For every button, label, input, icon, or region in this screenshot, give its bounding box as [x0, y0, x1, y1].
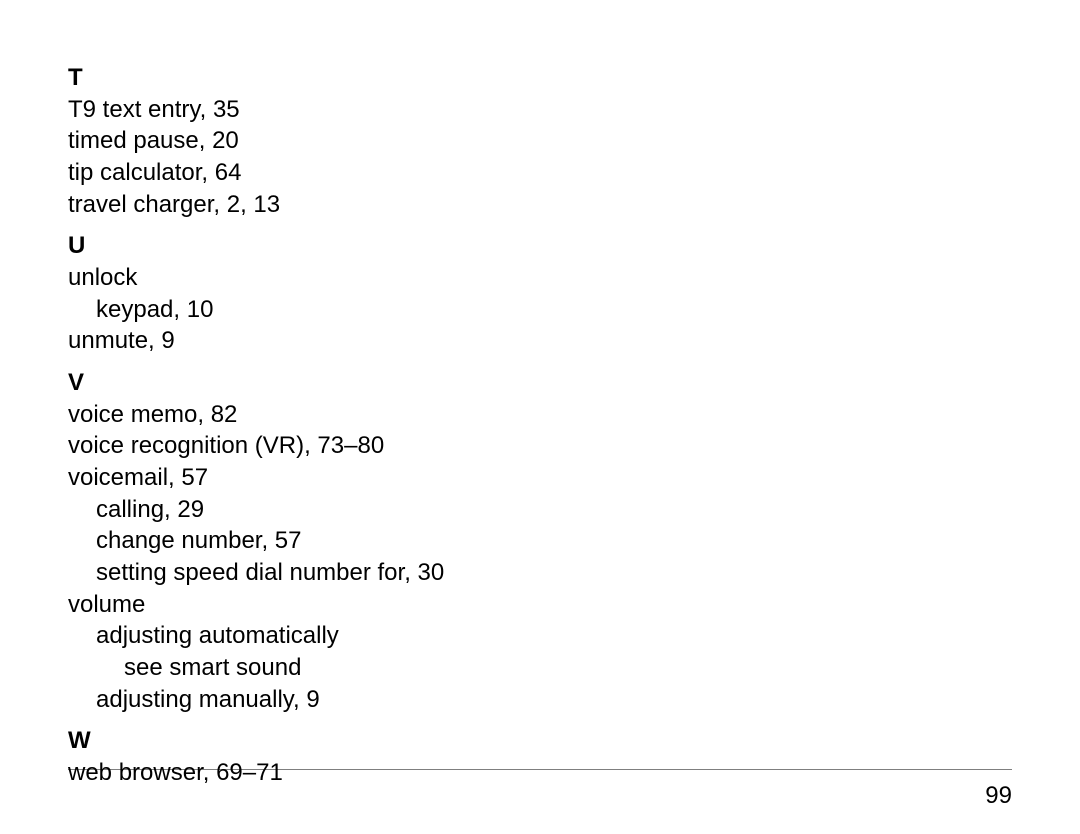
index-subentry: calling, 29	[68, 494, 1012, 526]
index-entry: unmute, 9	[68, 325, 1012, 357]
index-letter-t: T	[68, 62, 1012, 94]
index-entry: voice memo, 82	[68, 399, 1012, 431]
index-entry: tip calculator, 64	[68, 157, 1012, 189]
index-entry: unlock	[68, 262, 1012, 294]
index-entry: timed pause, 20	[68, 125, 1012, 157]
index-entry: voicemail, 57	[68, 462, 1012, 494]
footer-rule	[68, 769, 1012, 770]
page: T T9 text entry, 35 timed pause, 20 tip …	[0, 0, 1080, 834]
index-subentry: adjusting manually, 9	[68, 684, 1012, 716]
index-subentry: setting speed dial number for, 30	[68, 557, 1012, 589]
index-letter-v: V	[68, 367, 1012, 399]
index-content: T T9 text entry, 35 timed pause, 20 tip …	[68, 62, 1012, 789]
index-entry: voice recognition (VR), 73–80	[68, 430, 1012, 462]
index-letter-u: U	[68, 230, 1012, 262]
index-subentry: keypad, 10	[68, 294, 1012, 326]
page-number: 99	[985, 782, 1012, 810]
index-subentry: change number, 57	[68, 525, 1012, 557]
index-subsubentry: see smart sound	[68, 652, 1012, 684]
index-entry: T9 text entry, 35	[68, 94, 1012, 126]
index-letter-w: W	[68, 725, 1012, 757]
index-entry: web browser, 69–71	[68, 757, 1012, 789]
index-entry: travel charger, 2, 13	[68, 189, 1012, 221]
index-subentry: adjusting automatically	[68, 620, 1012, 652]
index-entry: volume	[68, 589, 1012, 621]
